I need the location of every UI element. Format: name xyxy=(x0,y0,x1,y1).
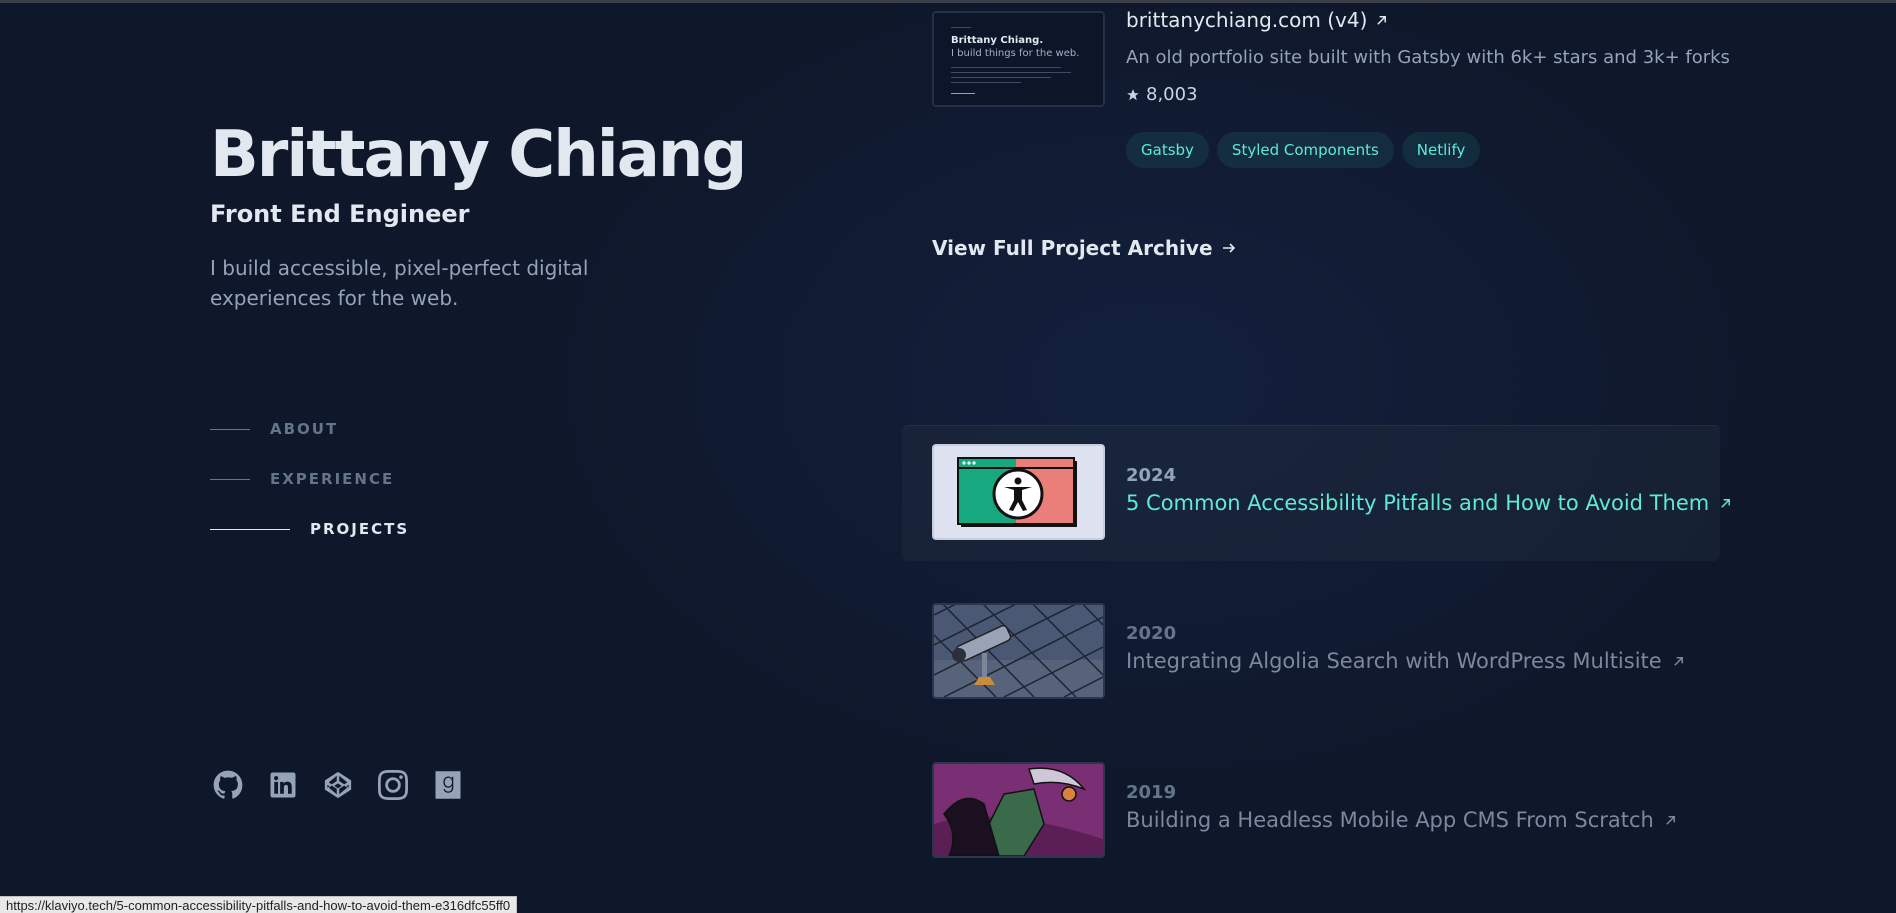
writing-thumbnail xyxy=(932,603,1105,699)
external-link-icon xyxy=(1721,498,1731,508)
codepen-icon[interactable] xyxy=(323,770,353,800)
writing-title: Building a Headless Mobile App CMS From … xyxy=(1126,808,1654,832)
tag-pill: Gatsby xyxy=(1126,132,1209,168)
thumbnail-subheading: I build things for the web. xyxy=(951,48,1080,59)
archive-label: View Full Project Archive xyxy=(932,236,1213,260)
profile-role: Front End Engineer xyxy=(210,200,470,228)
project-title-link[interactable]: brittanychiang.com (v4) xyxy=(1126,8,1388,32)
writing-title-link[interactable]: Integrating Algolia Search with WordPres… xyxy=(1126,649,1685,673)
thumbnail-heading: Brittany Chiang. xyxy=(951,35,1044,46)
external-link-icon xyxy=(1377,15,1387,25)
writing-title: 5 Common Accessibility Pitfalls and How … xyxy=(1126,491,1710,515)
instagram-icon[interactable] xyxy=(378,770,408,800)
project-description: An old portfolio site built with Gatsby … xyxy=(1126,47,1730,68)
project-title: brittanychiang.com (v4) xyxy=(1126,8,1368,32)
profile-name: Brittany Chiang xyxy=(210,118,747,192)
browser-top-border xyxy=(0,0,1896,3)
github-icon[interactable] xyxy=(213,770,243,800)
project-stars[interactable]: 8,003 xyxy=(1126,84,1198,105)
nav-item-projects[interactable]: PROJECTS xyxy=(210,504,409,554)
thumbnail-decor xyxy=(951,27,971,28)
writing-year: 2024 xyxy=(1126,465,1177,486)
tag-pill: Styled Components xyxy=(1216,132,1394,168)
social-links xyxy=(213,770,463,800)
writing-year: 2019 xyxy=(1126,782,1177,803)
project-tags: Gatsby Styled Components Netlify xyxy=(1126,132,1481,168)
writing-year: 2020 xyxy=(1126,623,1177,644)
writing-title-link[interactable]: Building a Headless Mobile App CMS From … xyxy=(1126,808,1677,832)
nav-indicator xyxy=(210,478,250,480)
nav-label: PROJECTS xyxy=(310,520,410,538)
writing-thumbnail xyxy=(932,762,1105,858)
thumbnail-decor xyxy=(951,93,975,94)
telescope-photo xyxy=(934,605,1103,697)
nav-indicator xyxy=(210,428,250,430)
arrow-right-icon xyxy=(1222,243,1235,253)
writing-thumbnail xyxy=(932,444,1105,540)
stars-count: 8,003 xyxy=(1146,84,1198,105)
writing-title: Integrating Algolia Search with WordPres… xyxy=(1126,649,1662,673)
thumbnail-decor xyxy=(951,82,1021,83)
external-link-icon xyxy=(1666,815,1675,825)
goodreads-icon[interactable] xyxy=(433,770,463,800)
nav-indicator xyxy=(210,528,290,530)
tag-pill: Netlify xyxy=(1401,132,1481,168)
thumbnail-decor xyxy=(951,72,1071,73)
nav-label: ABOUT xyxy=(270,420,339,438)
project-thumbnail: Brittany Chiang. I build things for the … xyxy=(932,11,1105,107)
star-icon xyxy=(1127,88,1139,100)
view-archive-link[interactable]: View Full Project Archive xyxy=(932,236,1237,260)
section-nav: ABOUT EXPERIENCE PROJECTS xyxy=(210,404,409,554)
writing-title-link[interactable]: 5 Common Accessibility Pitfalls and How … xyxy=(1126,491,1732,515)
thumbnail-decor xyxy=(951,77,1051,78)
linkedin-icon[interactable] xyxy=(268,770,298,800)
headless-horseman-illustration xyxy=(934,764,1103,856)
profile-tagline: I build accessible, pixel-perfect digita… xyxy=(210,256,589,310)
link-status-bar: https://klaviyo.tech/5-common-accessibil… xyxy=(0,896,518,913)
nav-label: EXPERIENCE xyxy=(270,470,395,488)
nav-item-about[interactable]: ABOUT xyxy=(210,404,409,454)
external-link-icon xyxy=(1673,656,1683,666)
thumbnail-decor xyxy=(951,67,1061,68)
nav-item-experience[interactable]: EXPERIENCE xyxy=(210,454,409,504)
accessibility-illustration xyxy=(957,457,1077,527)
